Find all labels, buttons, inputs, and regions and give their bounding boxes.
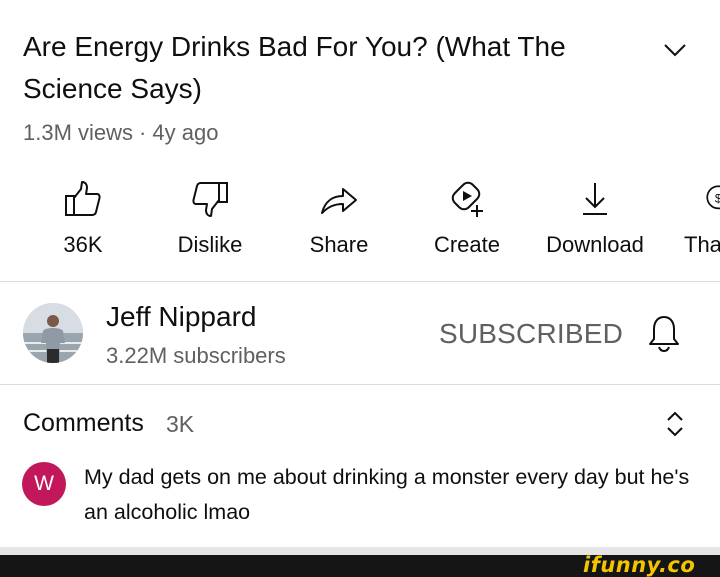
- download-icon: [583, 183, 607, 215]
- top-comment-text[interactable]: My dad gets on me about drinking a monst…: [84, 460, 704, 530]
- svg-text:$: $: [715, 191, 720, 205]
- chevron-down-icon: [664, 44, 686, 57]
- notification-bell-button[interactable]: [646, 313, 682, 358]
- expand-comments-button[interactable]: [664, 408, 686, 445]
- bell-icon: [649, 316, 679, 353]
- dislike-label: Dislike: [177, 232, 243, 257]
- ifunny-watermark-logo: ifunny.co: [583, 553, 696, 577]
- unfold-icon: [667, 411, 683, 437]
- comments-header[interactable]: Comments: [23, 409, 144, 438]
- create-icon: [451, 181, 483, 217]
- video-title[interactable]: Are Energy Drinks Bad For You? (What The…: [23, 26, 623, 110]
- channel-avatar[interactable]: [23, 303, 83, 363]
- thumbs-down-icon: [192, 182, 228, 217]
- share-button[interactable]: Share: [279, 176, 399, 258]
- view-count: 1.3M views: [23, 120, 134, 145]
- comments-count: 3K: [166, 411, 195, 437]
- share-icon: [321, 188, 357, 214]
- divider: [0, 281, 720, 282]
- expand-description-button[interactable]: [660, 38, 690, 62]
- subscribed-button[interactable]: SUBSCRIBED: [439, 318, 623, 350]
- create-label: Create: [433, 232, 501, 257]
- thanks-icon: $: [706, 185, 720, 210]
- share-label: Share: [309, 232, 369, 257]
- avatar-photo: [23, 303, 83, 363]
- create-button[interactable]: Create: [407, 176, 527, 258]
- thumbs-up-icon: [65, 181, 101, 216]
- divider: [0, 384, 720, 385]
- thanks-label: Tha: [684, 232, 720, 257]
- channel-name[interactable]: Jeff Nippard: [106, 301, 256, 333]
- thanks-button[interactable]: $ Tha: [663, 176, 720, 258]
- download-label: Download: [546, 232, 644, 257]
- video-meta: 1.3M views · 4y ago: [23, 120, 218, 146]
- upload-age: 4y ago: [152, 120, 219, 145]
- meta-separator: ·: [139, 120, 147, 145]
- dislike-button[interactable]: Dislike: [150, 176, 270, 258]
- download-button[interactable]: Download: [535, 176, 655, 258]
- commenter-avatar: W: [22, 462, 66, 506]
- like-button[interactable]: 36K: [23, 176, 143, 258]
- like-count: 36K: [63, 232, 103, 257]
- subscriber-count: 3.22M subscribers: [106, 343, 286, 368]
